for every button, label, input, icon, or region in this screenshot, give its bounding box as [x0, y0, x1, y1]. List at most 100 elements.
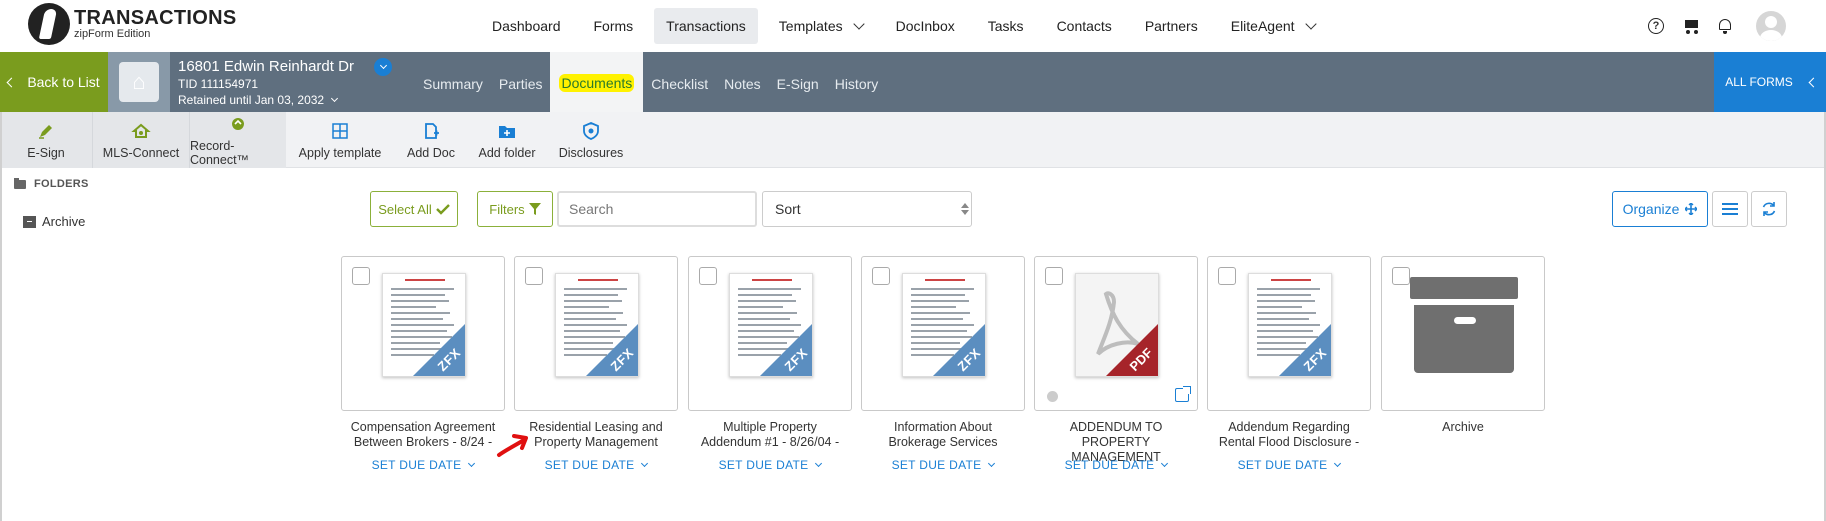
tab-documents[interactable]: Documents — [550, 52, 644, 112]
sort-select[interactable]: Sort — [762, 191, 972, 227]
organize-button[interactable]: Organize — [1612, 191, 1708, 227]
all-forms-button[interactable]: ALL FORMS — [1714, 52, 1826, 112]
avatar[interactable] — [1756, 11, 1786, 41]
document-card[interactable]: ZFX — [861, 256, 1025, 411]
nav-templates[interactable]: Templates — [767, 8, 875, 44]
apply-template-button[interactable]: Apply template — [290, 112, 390, 168]
filters-button[interactable]: Filters — [477, 191, 553, 227]
tab-summary[interactable]: Summary — [415, 76, 491, 112]
document-card[interactable]: PDF — [1034, 256, 1198, 411]
document-card[interactable]: ZFX — [688, 256, 852, 411]
nav-tasks[interactable]: Tasks — [976, 8, 1036, 44]
chevron-down-icon — [468, 459, 476, 468]
select-checkbox[interactable] — [1392, 267, 1410, 285]
property-image[interactable]: ⌂ — [108, 52, 170, 112]
document-thumbnail[interactable]: ZFX — [1248, 273, 1332, 377]
thumbnail-header — [752, 279, 792, 281]
back-to-list-button[interactable]: Back to List — [0, 52, 108, 112]
set-due-date-button[interactable]: SET DUE DATE — [861, 458, 1025, 472]
nav-transactions[interactable]: Transactions — [654, 8, 758, 44]
folder-card[interactable] — [1381, 256, 1545, 411]
document-title[interactable]: Archive — [1381, 420, 1545, 435]
tab-documents-label: Documents — [559, 74, 635, 92]
mls-connect-button[interactable]: MLS-Connect — [93, 112, 189, 168]
document-title[interactable]: Information About Brokerage Services — [861, 420, 1025, 450]
set-due-date-button[interactable]: SET DUE DATE — [688, 458, 852, 472]
due-date-label: SET DUE DATE — [718, 458, 809, 472]
select-all-button[interactable]: Select All — [370, 191, 458, 227]
search-input[interactable]: Search — [557, 191, 757, 227]
select-checkbox[interactable] — [699, 267, 717, 285]
thumbnail-line — [911, 306, 956, 308]
record-connect-button[interactable]: Record-Connect™ — [190, 112, 286, 168]
document-card[interactable]: ZFX — [341, 256, 505, 411]
document-title-line: Addendum Regarding — [1228, 420, 1350, 434]
filters-label: Filters — [489, 201, 525, 217]
document-title-line: Information About — [894, 420, 992, 434]
document-thumbnail[interactable]: ZFX — [382, 273, 466, 377]
set-due-date-button[interactable]: SET DUE DATE — [514, 458, 678, 472]
document-title[interactable]: Residential Leasing and Property Manageme… — [514, 420, 678, 450]
document-thumbnail[interactable]: ZFX — [555, 273, 639, 377]
document-thumbnail[interactable]: ZFX — [902, 273, 986, 377]
cart-icon[interactable] — [1682, 18, 1700, 34]
property-dropdown-button[interactable] — [374, 58, 392, 76]
select-checkbox[interactable] — [872, 267, 890, 285]
document-title[interactable]: Compensation Agreement Between Brokers - … — [341, 420, 505, 450]
refresh-button[interactable] — [1751, 191, 1787, 227]
list-view-button[interactable] — [1712, 191, 1748, 227]
set-due-date-button[interactable]: SET DUE DATE — [1034, 458, 1198, 472]
check-icon — [435, 204, 450, 215]
search-placeholder: Search — [569, 201, 614, 217]
bell-icon[interactable] — [1718, 18, 1732, 34]
select-checkbox[interactable] — [1045, 267, 1063, 285]
mls-connect-label: MLS-Connect — [102, 146, 180, 160]
sidebar-item-archive[interactable]: Archive — [23, 214, 85, 229]
document-card[interactable]: ZFX — [1207, 256, 1371, 411]
nav-contacts[interactable]: Contacts — [1045, 8, 1124, 44]
set-due-date-button[interactable]: SET DUE DATE — [1207, 458, 1371, 472]
help-icon[interactable]: ? — [1648, 18, 1664, 34]
add-doc-button[interactable]: Add Doc — [400, 112, 462, 168]
document-title[interactable]: Addendum Regarding Rental Flood Disclosur… — [1207, 420, 1371, 450]
disclosures-button[interactable]: Disclosures — [556, 112, 626, 168]
app-title: TRANSACTIONS — [74, 7, 237, 29]
pdf-thumbnail[interactable]: PDF — [1075, 273, 1159, 377]
esign-button[interactable]: E-Sign — [0, 112, 92, 168]
folder-icon — [14, 177, 26, 189]
nav-dashboard[interactable]: Dashboard — [480, 8, 573, 44]
document-thumbnail[interactable]: ZFX — [729, 273, 813, 377]
app-logo[interactable]: TRANSACTIONS zipForm Edition — [28, 3, 278, 47]
thumbnail-line — [911, 312, 971, 314]
select-checkbox[interactable] — [525, 267, 543, 285]
tab-checklist[interactable]: Checklist — [643, 76, 716, 112]
document-title-line: ADDENDUM TO PROPERTY — [1069, 420, 1163, 449]
folders-heading: FOLDERS — [14, 177, 89, 190]
nav-forms[interactable]: Forms — [582, 8, 646, 44]
tab-history[interactable]: History — [827, 76, 887, 112]
thumbnail-line — [1257, 294, 1311, 296]
document-title-line: Brokerage Services — [888, 435, 998, 449]
document-card[interactable]: ZFX — [514, 256, 678, 411]
external-link-icon[interactable] — [1175, 386, 1191, 402]
chevron-left-icon — [6, 77, 17, 87]
transaction-tabs: Summary Parties Documents Checklist Note… — [415, 52, 886, 112]
select-checkbox[interactable] — [1218, 267, 1236, 285]
tab-esign[interactable]: E-Sign — [769, 76, 827, 112]
back-label: Back to List — [27, 74, 100, 90]
nav-eliteagent[interactable]: EliteAgent — [1219, 8, 1327, 44]
set-due-date-button[interactable]: SET DUE DATE — [341, 458, 505, 472]
tab-notes[interactable]: Notes — [716, 76, 769, 112]
nav-docinbox[interactable]: DocInbox — [884, 8, 967, 44]
retention-date[interactable]: Retained until Jan 03, 2032 — [178, 93, 354, 107]
add-folder-button[interactable]: Add folder — [472, 112, 542, 168]
chevron-down-icon — [815, 459, 823, 468]
nav-partners[interactable]: Partners — [1133, 8, 1210, 44]
house-refresh-icon — [130, 120, 152, 142]
tab-parties[interactable]: Parties — [491, 76, 551, 112]
document-title[interactable]: Multiple Property Addendum #1 - 8/26/04 - — [688, 420, 852, 450]
folders-heading-label: FOLDERS — [34, 178, 89, 190]
chevron-down-icon — [331, 94, 339, 103]
annotation-arrow-icon — [497, 434, 528, 457]
select-checkbox[interactable] — [352, 267, 370, 285]
